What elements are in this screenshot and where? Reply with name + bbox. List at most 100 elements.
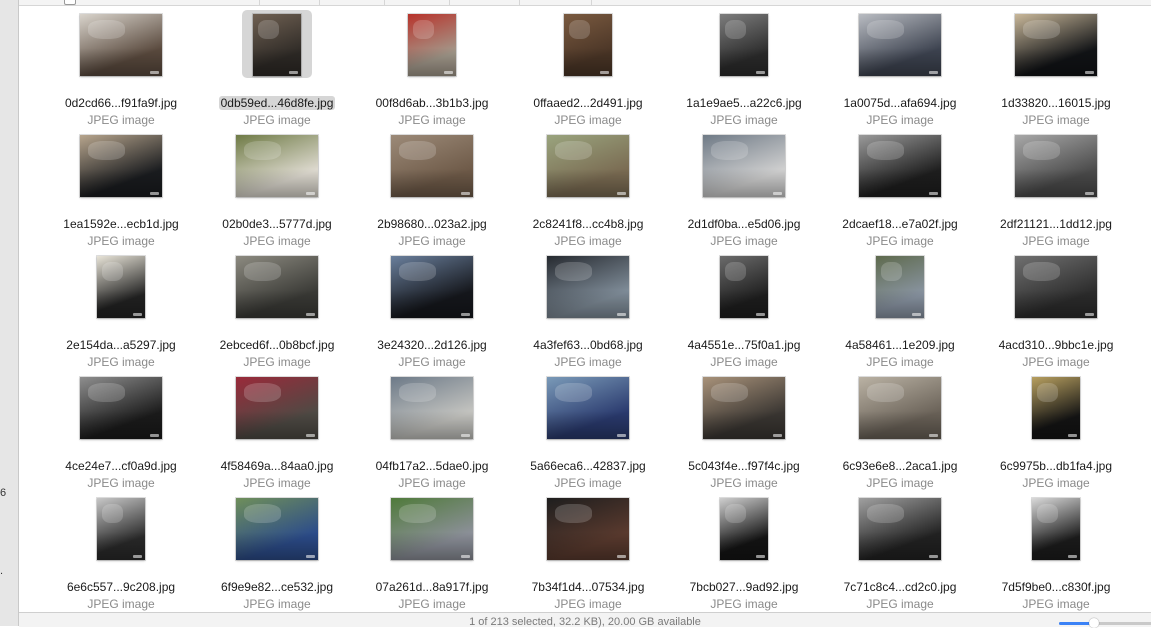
image-thumbnail[interactable] xyxy=(1032,498,1080,560)
file-item[interactable]: 4a3fef63...0bd68.jpg JPEG image xyxy=(513,254,663,369)
file-item[interactable]: 1a1e9ae5...a22c6.jpg JPEG image xyxy=(669,12,819,127)
file-item[interactable]: 6c9975b...db1fa4.jpg JPEG image xyxy=(981,375,1131,490)
image-thumbnail[interactable] xyxy=(703,377,785,439)
image-thumbnail[interactable] xyxy=(1015,135,1097,197)
file-item[interactable]: 07a261d...8a917f.jpg JPEG image xyxy=(357,496,507,611)
file-name[interactable]: 7c71c8c4...cd2c0.jpg xyxy=(842,580,959,594)
image-thumbnail[interactable] xyxy=(547,498,629,560)
file-name[interactable]: 00f8d6ab...3b1b3.jpg xyxy=(374,96,491,110)
file-item[interactable]: 4ce24e7...cf0a9d.jpg JPEG image xyxy=(46,375,196,490)
file-item[interactable]: 4acd310...9bbc1e.jpg JPEG image xyxy=(981,254,1131,369)
file-item[interactable]: 7b34f1d4...07534.jpg JPEG image xyxy=(513,496,663,611)
image-thumbnail[interactable] xyxy=(564,14,612,76)
image-thumbnail[interactable] xyxy=(97,498,145,560)
file-name[interactable]: 07a261d...8a917f.jpg xyxy=(374,580,491,594)
image-thumbnail[interactable] xyxy=(80,377,162,439)
file-name[interactable]: 2dcaef18...e7a02f.jpg xyxy=(840,217,959,231)
file-item[interactable]: 7bcb027...9ad92.jpg JPEG image xyxy=(669,496,819,611)
image-thumbnail[interactable] xyxy=(876,256,924,318)
file-name[interactable]: 3e24320...2d126.jpg xyxy=(375,338,488,352)
file-name[interactable]: 02b0de3...5777d.jpg xyxy=(220,217,333,231)
image-thumbnail[interactable] xyxy=(859,14,941,76)
file-name[interactable]: 0db59ed...46d8fe.jpg xyxy=(218,96,336,110)
file-name[interactable]: 5a66eca6...42837.jpg xyxy=(528,459,647,473)
image-thumbnail[interactable] xyxy=(236,498,318,560)
image-thumbnail[interactable] xyxy=(547,135,629,197)
image-thumbnail[interactable] xyxy=(391,498,473,560)
file-item[interactable]: 0db59ed...46d8fe.jpg JPEG image xyxy=(202,10,352,127)
file-item[interactable]: 0d2cd66...f91fa9f.jpg JPEG image xyxy=(46,12,196,127)
file-item[interactable]: 2dcaef18...e7a02f.jpg JPEG image xyxy=(825,133,975,248)
file-item[interactable]: 7d5f9be0...c830f.jpg JPEG image xyxy=(981,496,1131,611)
file-name[interactable]: 6f9e9e82...ce532.jpg xyxy=(219,580,335,594)
image-thumbnail[interactable] xyxy=(80,14,162,76)
file-name[interactable]: 1ea1592e...ecb1d.jpg xyxy=(61,217,180,231)
file-item[interactable]: 4a4551e...75f0a1.jpg JPEG image xyxy=(669,254,819,369)
file-item[interactable]: 5a66eca6...42837.jpg JPEG image xyxy=(513,375,663,490)
file-item[interactable]: 4a58461...1e209.jpg JPEG image xyxy=(825,254,975,369)
file-name[interactable]: 6e6c557...9c208.jpg xyxy=(65,580,177,594)
file-name[interactable]: 2c8241f8...cc4b8.jpg xyxy=(531,217,646,231)
file-item[interactable]: 2b98680...023a2.jpg JPEG image xyxy=(357,133,507,248)
image-thumbnail[interactable] xyxy=(859,377,941,439)
file-item[interactable]: 2c8241f8...cc4b8.jpg JPEG image xyxy=(513,133,663,248)
icon-size-slider[interactable] xyxy=(1059,618,1151,628)
image-thumbnail[interactable] xyxy=(859,498,941,560)
image-thumbnail[interactable] xyxy=(391,377,473,439)
image-thumbnail[interactable] xyxy=(97,256,145,318)
file-name[interactable]: 1a0075d...afa694.jpg xyxy=(842,96,959,110)
image-thumbnail[interactable] xyxy=(408,14,456,76)
image-thumbnail[interactable] xyxy=(720,498,768,560)
file-name[interactable]: 7b34f1d4...07534.jpg xyxy=(530,580,647,594)
file-item[interactable]: 7c71c8c4...cd2c0.jpg JPEG image xyxy=(825,496,975,611)
image-thumbnail[interactable] xyxy=(720,256,768,318)
file-name[interactable]: 1a1e9ae5...a22c6.jpg xyxy=(684,96,803,110)
file-item[interactable]: 2d1df0ba...e5d06.jpg JPEG image xyxy=(669,133,819,248)
file-name[interactable]: 4a4551e...75f0a1.jpg xyxy=(686,338,803,352)
image-thumbnail[interactable] xyxy=(1015,256,1097,318)
file-item[interactable]: 02b0de3...5777d.jpg JPEG image xyxy=(202,133,352,248)
file-item[interactable]: 1d33820...16015.jpg JPEG image xyxy=(981,12,1131,127)
file-item[interactable]: 2df21121...1dd12.jpg JPEG image xyxy=(981,133,1131,248)
file-item[interactable]: 0ffaaed2...2d491.jpg JPEG image xyxy=(513,12,663,127)
image-thumbnail[interactable] xyxy=(1032,377,1080,439)
file-name[interactable]: 5c043f4e...f97f4c.jpg xyxy=(686,459,801,473)
file-item[interactable]: 00f8d6ab...3b1b3.jpg JPEG image xyxy=(357,12,507,127)
image-thumbnail[interactable] xyxy=(236,377,318,439)
file-name[interactable]: 7d5f9be0...c830f.jpg xyxy=(1000,580,1113,594)
file-name[interactable]: 2d1df0ba...e5d06.jpg xyxy=(686,217,803,231)
file-name[interactable]: 2b98680...023a2.jpg xyxy=(375,217,488,231)
file-name[interactable]: 2e154da...a5297.jpg xyxy=(64,338,177,352)
file-name[interactable]: 4ce24e7...cf0a9d.jpg xyxy=(63,459,178,473)
icon-size-slider-knob[interactable] xyxy=(1089,618,1099,628)
file-item[interactable]: 1a0075d...afa694.jpg JPEG image xyxy=(825,12,975,127)
file-name[interactable]: 04fb17a2...5dae0.jpg xyxy=(374,459,491,473)
file-name[interactable]: 4f58469a...84aa0.jpg xyxy=(219,459,336,473)
file-name[interactable]: 2ebced6f...0b8bcf.jpg xyxy=(218,338,337,352)
file-item[interactable]: 6f9e9e82...ce532.jpg JPEG image xyxy=(202,496,352,611)
image-thumbnail[interactable] xyxy=(547,256,629,318)
image-thumbnail[interactable] xyxy=(859,135,941,197)
file-item[interactable]: 6c93e6e8...2aca1.jpg JPEG image xyxy=(825,375,975,490)
file-name[interactable]: 4a3fef63...0bd68.jpg xyxy=(531,338,644,352)
file-item[interactable]: 2ebced6f...0b8bcf.jpg JPEG image xyxy=(202,254,352,369)
file-item[interactable]: 1ea1592e...ecb1d.jpg JPEG image xyxy=(46,133,196,248)
image-thumbnail[interactable] xyxy=(720,14,768,76)
file-name[interactable]: 0d2cd66...f91fa9f.jpg xyxy=(63,96,179,110)
image-thumbnail[interactable] xyxy=(391,135,473,197)
file-name[interactable]: 4acd310...9bbc1e.jpg xyxy=(997,338,1116,352)
file-item[interactable]: 2e154da...a5297.jpg JPEG image xyxy=(46,254,196,369)
file-name[interactable]: 4a58461...1e209.jpg xyxy=(843,338,956,352)
file-name[interactable]: 2df21121...1dd12.jpg xyxy=(998,217,1114,231)
file-name[interactable]: 7bcb027...9ad92.jpg xyxy=(688,580,801,594)
file-name[interactable]: 0ffaaed2...2d491.jpg xyxy=(531,96,644,110)
file-item[interactable]: 04fb17a2...5dae0.jpg JPEG image xyxy=(357,375,507,490)
image-thumbnail[interactable] xyxy=(547,377,629,439)
image-thumbnail[interactable] xyxy=(253,14,301,76)
file-item[interactable]: 6e6c557...9c208.jpg JPEG image xyxy=(46,496,196,611)
image-thumbnail[interactable] xyxy=(236,256,318,318)
image-thumbnail[interactable] xyxy=(1015,14,1097,76)
file-name[interactable]: 6c9975b...db1fa4.jpg xyxy=(998,459,1114,473)
file-item[interactable]: 3e24320...2d126.jpg JPEG image xyxy=(357,254,507,369)
file-item[interactable]: 5c043f4e...f97f4c.jpg JPEG image xyxy=(669,375,819,490)
